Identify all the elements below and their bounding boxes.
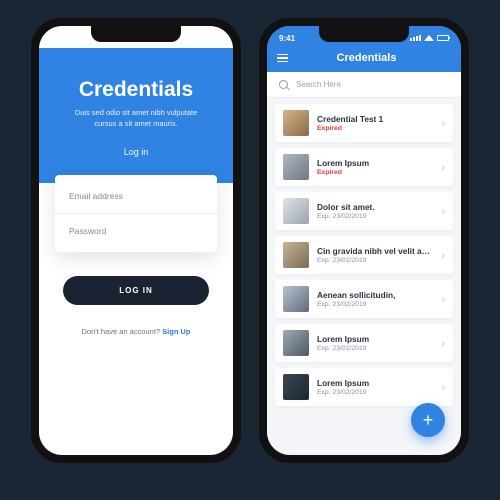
item-status: Exp. 23/02/2019 [317, 257, 434, 264]
chevron-right-icon: › [442, 294, 445, 305]
app-subtitle: Duis sed odio sit amet nibh vulputate cu… [66, 108, 206, 129]
list-item[interactable]: Credential Test 1 Expired › [275, 104, 453, 142]
item-status: Exp. 23/02/2019 [317, 301, 434, 308]
phone-login: 9:41 Credentials Duis sed odio sit amet … [31, 18, 241, 463]
email-field[interactable]: Email address [55, 179, 217, 213]
add-button[interactable]: + [411, 403, 445, 437]
chevron-right-icon: › [442, 206, 445, 217]
list-header: Credentials [267, 48, 461, 72]
thumbnail [283, 110, 309, 136]
status-time: 9:41 [279, 34, 295, 43]
wifi-icon [196, 35, 206, 41]
password-field[interactable]: Password [55, 213, 217, 248]
item-status: Expired [317, 169, 434, 176]
notch [91, 26, 181, 42]
list-item[interactable]: Dolor sit amet. Exp. 23/02/2019 › [275, 192, 453, 230]
signal-icon [410, 35, 421, 41]
login-hero: Credentials Duis sed odio sit amet nibh … [39, 48, 233, 183]
chevron-right-icon: › [442, 162, 445, 173]
signup-link[interactable]: Sign Up [162, 327, 190, 336]
item-status: Exp. 23/02/2019 [317, 345, 434, 352]
list-item[interactable]: Cin gravida nibh vel velit auctor Exp. 2… [275, 236, 453, 274]
chevron-right-icon: › [442, 118, 445, 129]
thumbnail [283, 286, 309, 312]
battery-icon [437, 35, 449, 41]
item-status: Exp. 23/02/2019 [317, 389, 434, 396]
app-title: Credentials [61, 78, 211, 102]
signal-icon [182, 35, 193, 41]
list-item[interactable]: Aenean sollicitudin, Exp. 23/02/2019 › [275, 280, 453, 318]
item-title: Cin gravida nibh vel velit auctor [317, 246, 434, 256]
item-title: Aenean sollicitudin, [317, 290, 434, 300]
item-title: Lorem Ipsum [317, 334, 434, 344]
search-placeholder: Search Here [296, 80, 341, 89]
thumbnail [283, 154, 309, 180]
chevron-right-icon: › [442, 338, 445, 349]
page-title: Credentials [282, 52, 451, 64]
item-status: Expired [317, 125, 434, 132]
thumbnail [283, 242, 309, 268]
list-item[interactable]: Lorem Ipsum Exp. 23/02/2019 › [275, 324, 453, 362]
login-button[interactable]: LOG IN [63, 276, 209, 305]
credentials-list: Credential Test 1 Expired › Lorem Ipsum … [267, 98, 461, 455]
signup-prompt: Don't have an account? [82, 327, 163, 336]
item-status: Exp. 23/02/2019 [317, 213, 434, 220]
item-title: Credential Test 1 [317, 114, 434, 124]
item-title: Lorem Ipsum [317, 158, 434, 168]
chevron-right-icon: › [442, 250, 445, 261]
notch [319, 26, 409, 42]
thumbnail [283, 374, 309, 400]
list-item[interactable]: Lorem Ipsum Exp. 23/02/2019 › [275, 368, 453, 406]
login-tab[interactable]: Log in [61, 147, 211, 163]
search-input[interactable]: Search Here [267, 72, 461, 98]
item-title: Dolor sit amet. [317, 202, 434, 212]
thumbnail [283, 198, 309, 224]
thumbnail [283, 330, 309, 356]
login-form: Email address Password [55, 175, 217, 252]
chevron-right-icon: › [442, 382, 445, 393]
signup-row: Don't have an account? Sign Up [39, 327, 233, 336]
wifi-icon [424, 35, 434, 41]
item-title: Lorem Ipsum [317, 378, 434, 388]
phone-list: 9:41 Credentials Search Here Credential … [259, 18, 469, 463]
battery-icon [209, 35, 221, 41]
search-icon [279, 80, 288, 89]
list-item[interactable]: Lorem Ipsum Expired › [275, 148, 453, 186]
status-time: 9:41 [51, 34, 67, 43]
